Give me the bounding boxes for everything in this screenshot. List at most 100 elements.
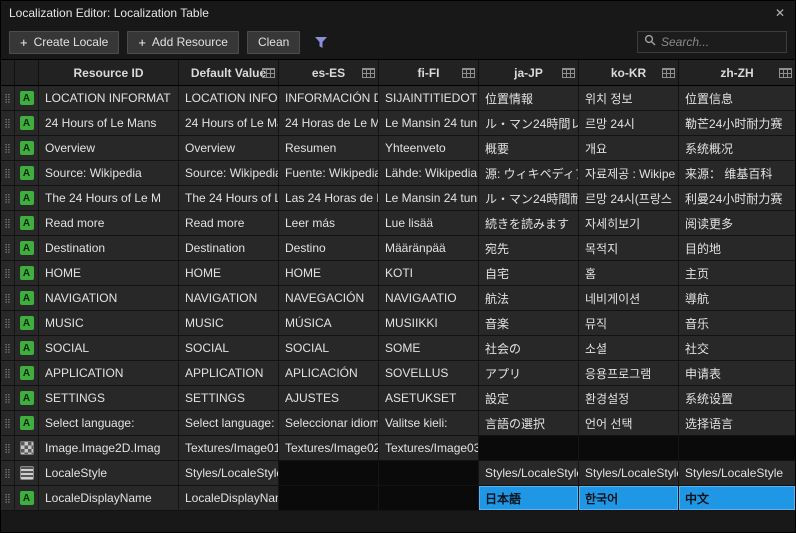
column-header-es-es[interactable]: es-ES — [279, 60, 379, 85]
table-row[interactable]: ⣿AHOMEHOMEHOMEKOTI自宅홈主页 — [1, 261, 795, 286]
cell-default-value[interactable]: SOCIAL — [179, 336, 279, 360]
cell-default-value[interactable]: MUSIC — [179, 311, 279, 335]
table-row[interactable]: ⣿ASelect language:Select language:Selecc… — [1, 411, 795, 436]
cell-ja-jp[interactable] — [479, 436, 579, 460]
column-header-fi-fi[interactable]: fi-FI — [379, 60, 479, 85]
cell-fi-fi[interactable]: Le Mansin 24 tunn — [379, 111, 479, 135]
cell-fi-fi[interactable]: MUSIIKKI — [379, 311, 479, 335]
cell-resource-id[interactable]: SOCIAL — [39, 336, 179, 360]
cell-fi-fi[interactable]: SIJAINTITIEDOT — [379, 86, 479, 110]
cell-es-es[interactable]: INFORMACIÓN D — [279, 86, 379, 110]
cell-ja-jp[interactable]: アプリ — [479, 361, 579, 385]
cell-ja-jp[interactable]: 概要 — [479, 136, 579, 160]
row-drag-handle[interactable]: ⣿ — [1, 136, 15, 160]
row-drag-handle[interactable]: ⣿ — [1, 411, 15, 435]
cell-ko-kr[interactable]: 응용프로그램 — [579, 361, 679, 385]
locale-sheet-icon[interactable] — [262, 68, 275, 78]
cell-es-es[interactable] — [279, 461, 379, 485]
row-drag-handle[interactable]: ⣿ — [1, 111, 15, 135]
row-drag-handle[interactable]: ⣿ — [1, 236, 15, 260]
cell-default-value[interactable]: LocaleDisplayNam — [179, 486, 279, 510]
cell-resource-id[interactable]: Select language: — [39, 411, 179, 435]
cell-es-es[interactable]: Destino — [279, 236, 379, 260]
cell-resource-id[interactable]: Overview — [39, 136, 179, 160]
row-drag-handle[interactable]: ⣿ — [1, 386, 15, 410]
table-row[interactable]: ⣿ASETTINGSSETTINGSAJUSTESASETUKSET設定환경설정… — [1, 386, 795, 411]
cell-es-es[interactable]: 24 Horas de Le M — [279, 111, 379, 135]
cell-default-value[interactable]: Styles/LocaleStyle — [179, 461, 279, 485]
cell-default-value[interactable]: HOME — [179, 261, 279, 285]
cell-zh-zh[interactable]: 位置信息 — [679, 86, 795, 110]
cell-fi-fi[interactable]: Le Mansin 24 tunn — [379, 186, 479, 210]
cell-fi-fi[interactable]: ASETUKSET — [379, 386, 479, 410]
cell-default-value[interactable]: Textures/Image01 — [179, 436, 279, 460]
cell-resource-id[interactable]: HOME — [39, 261, 179, 285]
column-header-ja-jp[interactable]: ja-JP — [479, 60, 579, 85]
cell-resource-id[interactable]: LOCATION INFORMAT — [39, 86, 179, 110]
row-drag-handle[interactable]: ⣿ — [1, 211, 15, 235]
cell-resource-id[interactable]: LocaleDisplayName — [39, 486, 179, 510]
cell-fi-fi[interactable]: Määränpää — [379, 236, 479, 260]
cell-es-es[interactable]: Resumen — [279, 136, 379, 160]
cell-es-es[interactable]: AJUSTES — [279, 386, 379, 410]
row-drag-handle[interactable]: ⣿ — [1, 286, 15, 310]
cell-es-es[interactable]: Textures/Image02 — [279, 436, 379, 460]
cell-zh-zh[interactable]: 勒芒24小时耐力赛 — [679, 111, 795, 135]
cell-fi-fi[interactable]: SOVELLUS — [379, 361, 479, 385]
cell-ko-kr[interactable]: 개요 — [579, 136, 679, 160]
cell-fi-fi[interactable]: Lue lisää — [379, 211, 479, 235]
table-row[interactable]: ⣿ALOCATION INFORMATLOCATION INFORINFORMA… — [1, 86, 795, 111]
row-drag-handle[interactable]: ⣿ — [1, 311, 15, 335]
funnel-filter-icon[interactable] — [314, 36, 328, 49]
cell-zh-zh[interactable]: 申请表 — [679, 361, 795, 385]
cell-default-value[interactable]: 24 Hours of Le Ma — [179, 111, 279, 135]
cell-resource-id[interactable]: Destination — [39, 236, 179, 260]
cell-ja-jp[interactable]: 設定 — [479, 386, 579, 410]
table-row[interactable]: ⣿AAPPLICATIONAPPLICATIONAPLICACIÓNSOVELL… — [1, 361, 795, 386]
cell-fi-fi[interactable]: Textures/Image03 — [379, 436, 479, 460]
cell-zh-zh[interactable]: 利曼24小时耐力赛 — [679, 186, 795, 210]
cell-ja-jp[interactable]: 音楽 — [479, 311, 579, 335]
cell-ko-kr[interactable]: 홈 — [579, 261, 679, 285]
cell-zh-zh[interactable]: Styles/LocaleStyle — [679, 461, 795, 485]
locale-sheet-icon[interactable] — [662, 68, 675, 78]
cell-fi-fi[interactable]: Valitse kieli: — [379, 411, 479, 435]
cell-ko-kr[interactable]: 르망 24시(프랑스 — [579, 186, 679, 210]
column-header-default-value[interactable]: Default Value — [179, 60, 279, 85]
cell-zh-zh[interactable]: 目的地 — [679, 236, 795, 260]
cell-ja-jp[interactable]: ル・マン24時間耐 — [479, 186, 579, 210]
table-row[interactable]: ⣿AOverviewOverviewResumenYhteenveto概要개요系… — [1, 136, 795, 161]
cell-es-es[interactable]: Las 24 Horas de L — [279, 186, 379, 210]
clean-button[interactable]: Clean — [247, 31, 300, 54]
cell-default-value[interactable]: Read more — [179, 211, 279, 235]
column-header-zh-zh[interactable]: zh-ZH — [679, 60, 795, 85]
cell-default-value[interactable]: APPLICATION — [179, 361, 279, 385]
cell-zh-zh[interactable]: 选择语言 — [679, 411, 795, 435]
cell-ko-kr[interactable]: 네비게이션 — [579, 286, 679, 310]
cell-default-value[interactable]: Overview — [179, 136, 279, 160]
cell-zh-zh[interactable]: 阅读更多 — [679, 211, 795, 235]
cell-zh-zh[interactable] — [679, 436, 795, 460]
cell-ko-kr[interactable]: 자료제공 : Wikipe — [579, 161, 679, 185]
cell-zh-zh[interactable]: 来源： 维基百科 — [679, 161, 795, 185]
locale-sheet-icon[interactable] — [562, 68, 575, 78]
cell-ko-kr[interactable]: 소셜 — [579, 336, 679, 360]
table-row[interactable]: ⣿Image.Image2D.ImagTextures/Image01Textu… — [1, 436, 795, 461]
cell-zh-zh[interactable]: 中文 — [679, 486, 795, 510]
table-row[interactable]: ⣿ARead moreRead moreLeer másLue lisää続きを… — [1, 211, 795, 236]
cell-resource-id[interactable]: SETTINGS — [39, 386, 179, 410]
cell-ko-kr[interactable] — [579, 436, 679, 460]
cell-fi-fi[interactable]: SOME — [379, 336, 479, 360]
cell-zh-zh[interactable]: 系统设置 — [679, 386, 795, 410]
cell-ko-kr[interactable]: 한국어 — [579, 486, 679, 510]
cell-es-es[interactable] — [279, 486, 379, 510]
cell-ja-jp[interactable]: ル・マン24時間レース — [479, 111, 579, 135]
locale-sheet-icon[interactable] — [462, 68, 475, 78]
table-row[interactable]: ⣿AMUSICMUSICMÚSICAMUSIIKKI音楽뮤직音乐 — [1, 311, 795, 336]
cell-resource-id[interactable]: The 24 Hours of Le M — [39, 186, 179, 210]
cell-fi-fi[interactable] — [379, 486, 479, 510]
cell-es-es[interactable]: Leer más — [279, 211, 379, 235]
row-drag-handle[interactable]: ⣿ — [1, 261, 15, 285]
cell-ko-kr[interactable]: 자세히보기 — [579, 211, 679, 235]
cell-resource-id[interactable]: Read more — [39, 211, 179, 235]
